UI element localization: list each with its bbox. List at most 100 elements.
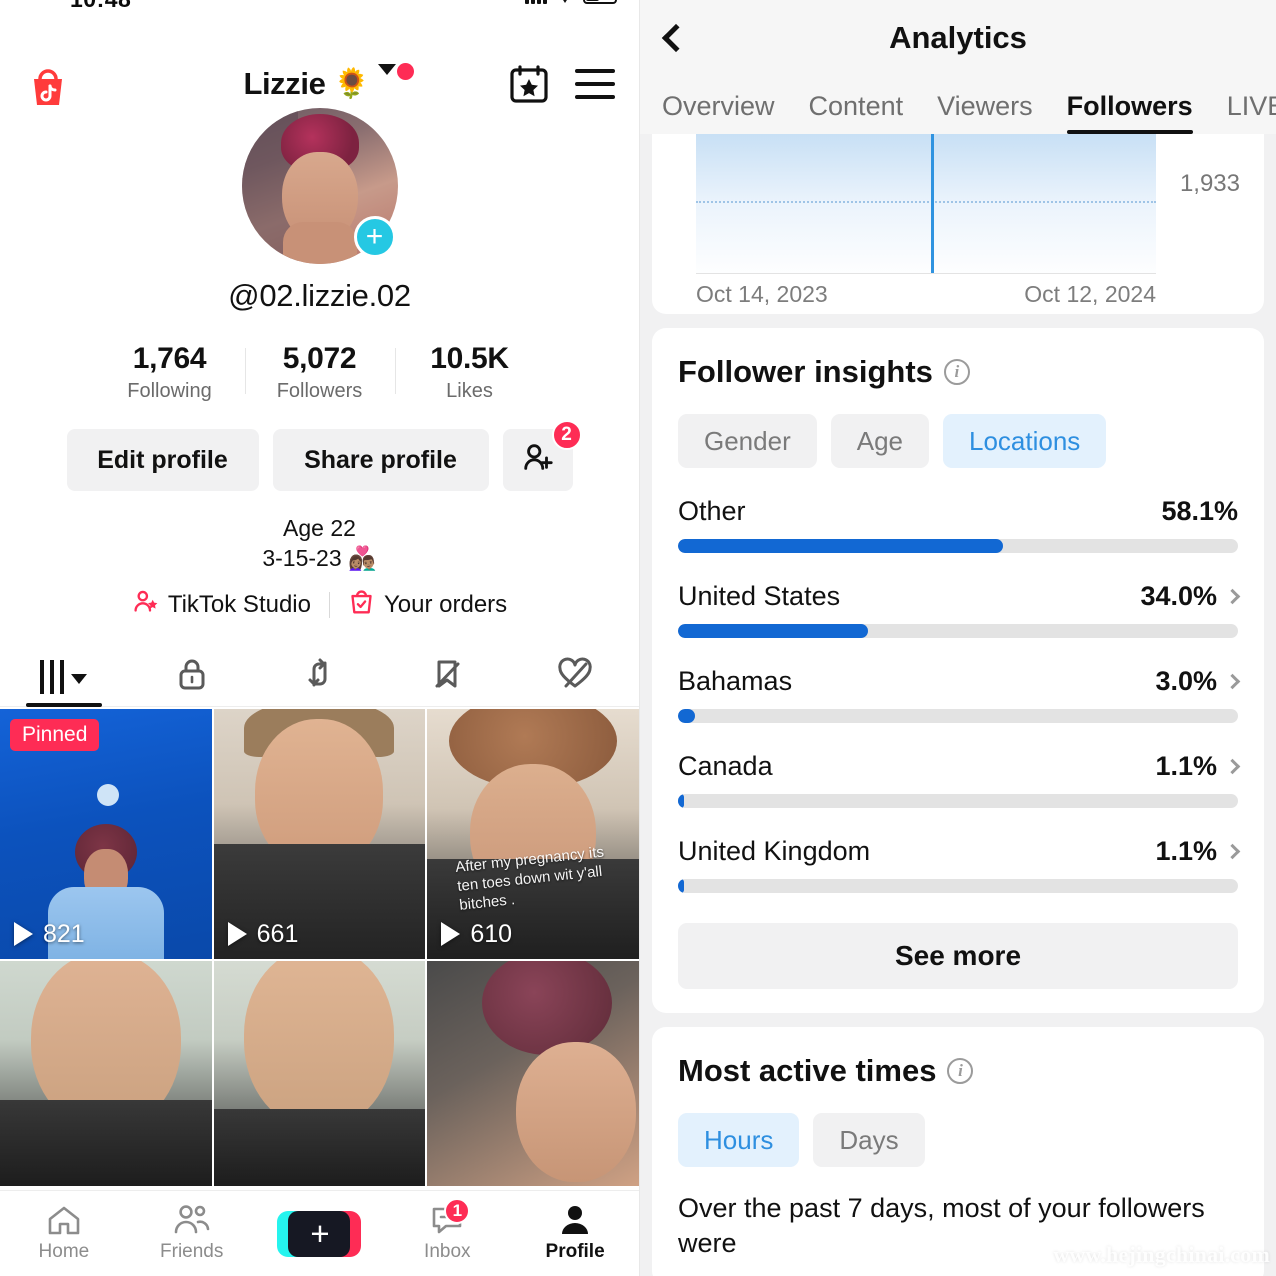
chevron-right-icon[interactable]	[1224, 758, 1241, 775]
chevron-right-icon[interactable]	[1224, 843, 1241, 860]
lock-private-icon	[175, 657, 209, 696]
tiktok-studio-link[interactable]: TikTok Studio	[132, 588, 311, 622]
bottom-navigation: Home Friends + Inbox 1 Profile	[0, 1190, 639, 1276]
orders-bag-icon	[348, 588, 375, 622]
quicklinks-divider	[328, 591, 330, 618]
analytics-tabs: Overview Content Viewers Followers LIVE	[640, 76, 1276, 134]
red-notification-dot	[396, 63, 414, 80]
add-friend-badge: 2	[551, 420, 582, 450]
location-name: Canada	[678, 751, 773, 781]
location-bar-fill	[678, 879, 685, 893]
location-bar-fill	[678, 539, 1004, 553]
profile-display-name: Lizzie	[243, 66, 326, 101]
tab-saved[interactable]	[383, 648, 511, 706]
play-icon	[227, 922, 247, 947]
stat-label: Followers	[276, 380, 363, 402]
video-play-count: 661	[227, 920, 298, 949]
stat-followers[interactable]: 5,072 Followers	[244, 342, 395, 403]
video-cell[interactable]: Pinned 821	[0, 708, 212, 959]
nav-create[interactable]: +	[256, 1210, 384, 1257]
chevron-right-icon[interactable]	[1224, 588, 1241, 605]
stat-following[interactable]: 1,764 Following	[95, 342, 245, 403]
chip-gender[interactable]: Gender	[678, 414, 817, 468]
tab-reposts[interactable]	[256, 648, 384, 706]
video-cell[interactable]: 661	[213, 708, 426, 959]
see-more-button[interactable]: See more	[678, 923, 1238, 989]
video-play-count: 821	[14, 920, 85, 949]
location-percent: 58.1%	[1161, 496, 1238, 526]
most-active-times-card: Most active times i Hours Days Over the …	[652, 1027, 1264, 1276]
battery-icon	[583, 0, 617, 4]
most-active-times-title-row: Most active times i	[678, 1053, 1238, 1089]
tab-liked[interactable]	[511, 648, 639, 706]
chip-locations[interactable]: Locations	[943, 414, 1107, 468]
video-cell[interactable]	[0, 960, 212, 1186]
chart-x-start: Oct 14, 2023	[696, 281, 828, 307]
plus-icon[interactable]: +	[353, 216, 396, 258]
tiktok-profile-panel: 10:48 Lizzie 🌻	[0, 0, 640, 1276]
video-cell[interactable]	[213, 960, 426, 1186]
nav-profile[interactable]: Profile	[511, 1204, 639, 1263]
tab-private[interactable]	[128, 648, 256, 706]
video-cell[interactable]	[427, 960, 639, 1186]
location-row[interactable]: United Kingdom 1.1%	[678, 836, 1241, 893]
analytics-header: Analytics	[640, 0, 1276, 76]
nav-inbox-label: Inbox	[424, 1241, 471, 1262]
location-bar-fill	[678, 624, 869, 638]
chip-hours[interactable]: Hours	[678, 1113, 800, 1167]
tab-followers[interactable]: Followers	[1066, 91, 1193, 134]
location-bar-track	[678, 539, 1238, 553]
nav-home[interactable]: Home	[0, 1204, 128, 1263]
inbox-badge: 1	[444, 1198, 471, 1224]
edit-profile-button[interactable]: Edit profile	[66, 429, 259, 491]
your-orders-link[interactable]: Your orders	[348, 588, 507, 622]
profile-action-buttons: Edit profile Share profile 2	[0, 420, 639, 491]
stat-value: 10.5K	[430, 342, 509, 375]
tab-content[interactable]: Content	[809, 91, 904, 134]
chip-age[interactable]: Age	[830, 414, 929, 468]
profile-icon	[562, 1206, 589, 1234]
tab-viewers[interactable]: Viewers	[937, 91, 1033, 134]
chart-value-label: 1,933	[1179, 170, 1240, 197]
tab-videos[interactable]	[0, 648, 128, 707]
chip-days[interactable]: Days	[813, 1113, 925, 1167]
liked-hidden-icon	[557, 657, 593, 696]
tab-live[interactable]: LIVE	[1227, 91, 1276, 134]
location-row[interactable]: Bahamas 3.0%	[678, 666, 1241, 723]
analytics-panel: Analytics Overview Content Viewers Follo…	[640, 0, 1276, 1276]
add-friend-button[interactable]: 2	[502, 420, 582, 491]
location-name: United States	[678, 581, 841, 611]
bio-line-2: 3-15-23 👩🏽‍❤️‍👨🏽	[262, 545, 377, 572]
create-plus-icon[interactable]: +	[277, 1210, 362, 1257]
pinned-badge: Pinned	[10, 718, 100, 751]
location-row[interactable]: United States 34.0%	[678, 581, 1241, 638]
follower-insights-card: Follower insights i Gender Age Locations…	[652, 328, 1264, 1013]
location-percent: 34.0%	[1140, 581, 1217, 611]
nav-inbox[interactable]: Inbox 1	[383, 1198, 511, 1263]
signal-bars-icon	[525, 0, 547, 4]
info-icon[interactable]: i	[943, 359, 970, 385]
avatar[interactable]: +	[241, 108, 398, 264]
location-percent: 1.1%	[1155, 751, 1217, 781]
nav-friends[interactable]: Friends	[128, 1204, 256, 1263]
home-icon	[48, 1206, 80, 1235]
stat-likes[interactable]: 10.5K Likes	[394, 342, 545, 403]
video-cell[interactable]: After my pregnancy its ten toes down wit…	[427, 708, 639, 959]
info-icon[interactable]: i	[947, 1058, 974, 1084]
chevron-right-icon[interactable]	[1224, 673, 1241, 690]
location-row[interactable]: Canada 1.1%	[678, 751, 1241, 808]
share-profile-button[interactable]: Share profile	[272, 429, 489, 491]
location-bar-track	[678, 709, 1238, 723]
chevron-down-icon[interactable]	[377, 64, 396, 92]
hamburger-menu-icon[interactable]	[575, 69, 615, 99]
status-bar: 10:48	[0, 0, 639, 14]
play-icon	[441, 922, 461, 947]
profile-bio[interactable]: Age 22 3-15-23 👩🏽‍❤️‍👨🏽	[0, 513, 639, 574]
calendar-star-icon[interactable]	[509, 64, 549, 104]
status-clock: 10:48	[70, 0, 131, 13]
page-title: Analytics	[889, 20, 1027, 55]
tab-overview[interactable]: Overview	[662, 91, 775, 134]
follower-insights-title: Follower insights	[678, 354, 933, 389]
followers-chart[interactable]: 1,933 Oct 14, 2023 Oct 12, 2024	[652, 134, 1264, 314]
chart-gridline	[696, 200, 1156, 203]
